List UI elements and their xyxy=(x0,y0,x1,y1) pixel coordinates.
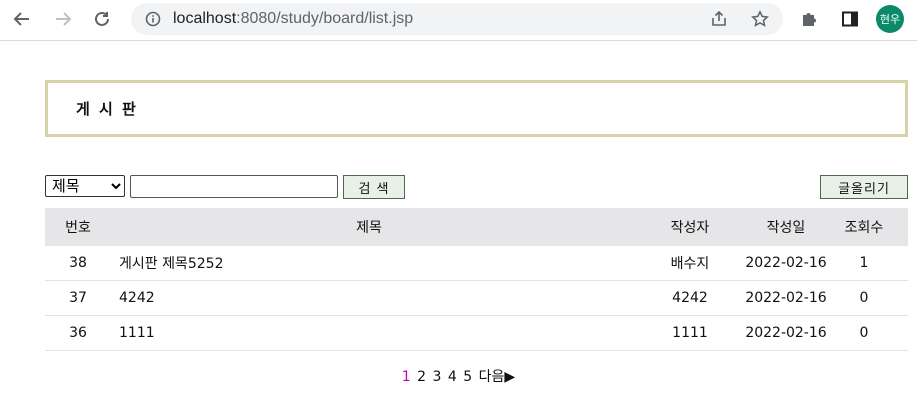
search-button[interactable]: 검 색 xyxy=(343,175,405,199)
post-date: 2022-02-16 xyxy=(745,290,827,306)
search-field-select[interactable]: 제목 xyxy=(45,175,125,197)
share-icon[interactable] xyxy=(709,9,729,29)
post-views: 1 xyxy=(859,255,869,271)
post-num: 38 xyxy=(69,255,87,271)
search-input[interactable] xyxy=(130,175,338,198)
page-link[interactable]: 4 xyxy=(448,369,457,385)
board-title: 게 시 판 xyxy=(76,100,138,118)
header-writer: 작성자 xyxy=(670,220,710,236)
table-row: 37 4242 4242 2022-02-16 0 xyxy=(45,281,908,316)
board-table: 번호 제목 작성자 작성일 조회수 38 게시판 제목5252 배수지 2022… xyxy=(45,208,908,351)
info-icon[interactable] xyxy=(143,9,163,29)
back-arrow-icon[interactable] xyxy=(9,6,35,32)
post-views: 0 xyxy=(859,290,869,306)
post-writer: 1111 xyxy=(672,325,708,341)
post-title-link[interactable]: 게시판 제목5252 xyxy=(119,246,619,280)
page-link[interactable]: 3 xyxy=(433,369,442,385)
address-bar[interactable]: localhost:8080/study/board/list.jsp xyxy=(131,3,783,35)
side-panel-icon[interactable] xyxy=(838,7,862,31)
post-num: 36 xyxy=(69,325,87,341)
post-writer: 배수지 xyxy=(670,256,710,272)
header-title: 제목 xyxy=(356,220,382,236)
post-title-link[interactable]: 1111 xyxy=(119,316,619,350)
page-link-current[interactable]: 1 xyxy=(402,369,411,385)
extensions-puzzle-icon[interactable] xyxy=(797,7,821,31)
next-page-link[interactable]: 다음▶ xyxy=(479,369,516,385)
table-row: 38 게시판 제목5252 배수지 2022-02-16 1 xyxy=(45,246,908,281)
board-title-box: 게 시 판 xyxy=(45,80,908,137)
url-path: :8080/study/board/list.jsp xyxy=(236,10,414,27)
post-writer: 4242 xyxy=(672,290,708,306)
post-date: 2022-02-16 xyxy=(745,255,827,271)
bookmark-star-icon[interactable] xyxy=(750,9,770,29)
header-date: 작성일 xyxy=(766,220,806,236)
profile-avatar[interactable]: 현우 xyxy=(876,5,904,33)
forward-arrow-icon[interactable] xyxy=(50,6,76,32)
browser-toolbar: localhost:8080/study/board/list.jsp 현우 xyxy=(0,0,917,41)
reload-icon[interactable] xyxy=(89,6,115,32)
page-link[interactable]: 2 xyxy=(417,369,426,385)
page-link[interactable]: 5 xyxy=(463,369,472,385)
table-row: 36 1111 1111 2022-02-16 0 xyxy=(45,316,908,351)
header-views: 조회수 xyxy=(844,220,884,236)
url-host: localhost xyxy=(173,10,237,27)
write-post-button[interactable]: 글올리기 xyxy=(820,175,908,199)
header-num: 번호 xyxy=(65,220,91,236)
url-text[interactable]: localhost:8080/study/board/list.jsp xyxy=(173,3,413,35)
post-title-link[interactable]: 4242 xyxy=(119,281,619,315)
table-header: 번호 제목 작성자 작성일 조회수 xyxy=(45,208,908,246)
post-views: 0 xyxy=(859,325,869,341)
pagination: 1 2 3 4 5 다음▶ xyxy=(0,366,917,386)
post-num: 37 xyxy=(69,290,87,306)
post-date: 2022-02-16 xyxy=(745,325,827,341)
